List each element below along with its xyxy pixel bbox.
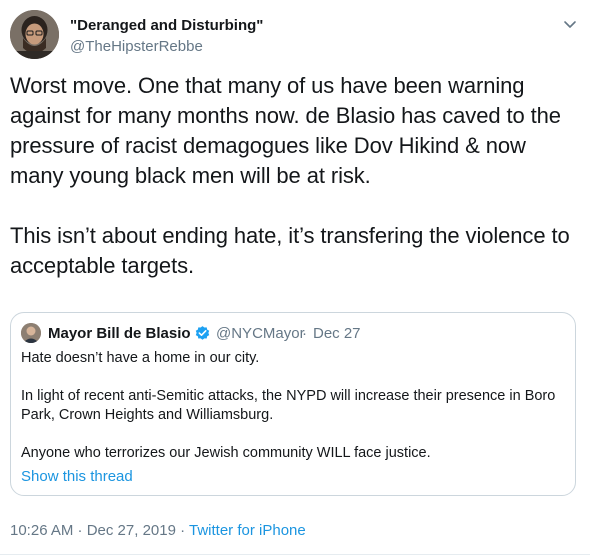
show-thread-link[interactable]: Show this thread — [21, 468, 133, 485]
tweet-timestamp[interactable]: 10:26 AM · Dec 27, 2019 · — [10, 522, 189, 539]
tweet: "Deranged and Disturbing" @TheHipsterReb… — [0, 0, 590, 555]
quoted-author-handle: @NYCMayor — [216, 325, 305, 342]
quoted-tweet-card[interactable]: Mayor Bill de Blasio @NYCMayor · Dec 27 … — [10, 312, 576, 496]
author-display-name[interactable]: "Deranged and Disturbing" — [70, 17, 263, 34]
quoted-author-avatar — [21, 323, 41, 343]
author-handle[interactable]: @TheHipsterRebbe — [70, 38, 203, 55]
quoted-author-name: Mayor Bill de Blasio — [48, 325, 191, 342]
quoted-tweet-date: Dec 27 — [313, 325, 361, 342]
tweet-text: Worst move. One that many of us have bee… — [10, 73, 570, 278]
tweet-source-link[interactable]: Twitter for iPhone — [189, 522, 306, 539]
quoted-tweet-text: Hate doesn’t have a home in our city. In… — [21, 350, 556, 461]
verified-badge-icon — [194, 325, 211, 342]
chevron-down-icon[interactable] — [560, 14, 580, 34]
author-avatar[interactable] — [10, 10, 59, 59]
tweet-meta: 10:26 AM · Dec 27, 2019 · Twitter for iP… — [10, 522, 306, 539]
separator-dot: · — [302, 325, 307, 342]
